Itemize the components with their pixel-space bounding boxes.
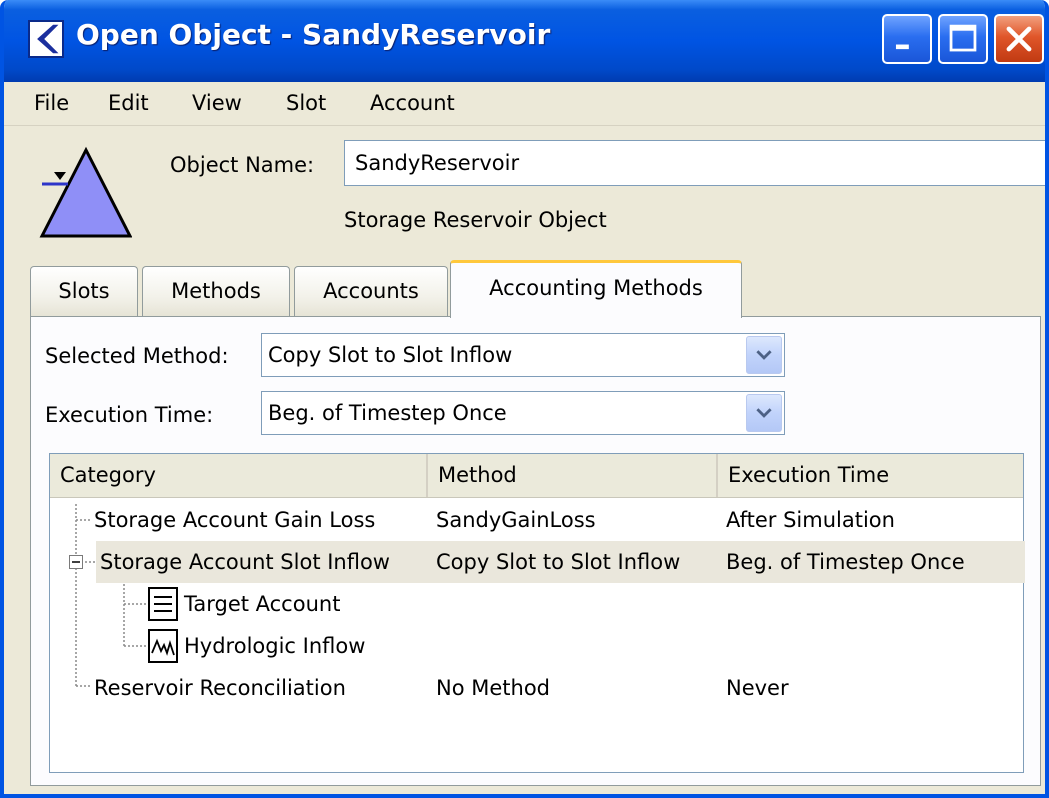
row-method: SandyGainLoss — [436, 508, 596, 532]
selected-method-dropdown[interactable]: Copy Slot to Slot Inflow — [261, 333, 785, 377]
row-category: Reservoir Reconciliation — [94, 676, 346, 700]
row-method: Copy Slot to Slot Inflow — [436, 550, 681, 574]
tab-accounts[interactable]: Accounts — [294, 266, 448, 316]
menu-edit[interactable]: Edit — [108, 91, 149, 115]
open-object-window: Open Object - SandyReservoir File Edit V… — [0, 0, 1049, 798]
column-header-method[interactable]: Method — [426, 454, 716, 497]
tab-accounting-methods[interactable]: Accounting Methods — [450, 260, 742, 318]
chevron-down-icon[interactable] — [746, 394, 782, 432]
selected-method-value: Copy Slot to Slot Inflow — [268, 343, 513, 367]
row-category: Hydrologic Inflow — [184, 634, 366, 658]
menu-view[interactable]: View — [192, 91, 242, 115]
execution-time-label: Execution Time: — [45, 403, 214, 427]
timeseries-icon — [148, 629, 178, 663]
reservoir-icon — [38, 146, 132, 240]
row-execution-time: Never — [726, 676, 789, 700]
execution-time-value: Beg. of Timestep Once — [268, 401, 507, 425]
execution-time-dropdown[interactable]: Beg. of Timestep Once — [261, 391, 785, 435]
collapse-icon[interactable] — [69, 555, 83, 569]
table-row[interactable]: Hydrologic Inflow — [50, 625, 1023, 667]
menu-file[interactable]: File — [34, 91, 69, 115]
menu-account[interactable]: Account — [370, 91, 455, 115]
window-title: Open Object - SandyReservoir — [76, 18, 551, 51]
accounting-methods-tree-table[interactable]: Category Method Execution Time Storage A… — [49, 453, 1025, 773]
table-row[interactable]: Storage Account Gain Loss SandyGainLoss … — [50, 499, 1023, 541]
object-type-label: Storage Reservoir Object — [344, 208, 607, 232]
menu-slot[interactable]: Slot — [286, 91, 326, 115]
title-bar[interactable]: Open Object - SandyReservoir — [4, 0, 1045, 82]
app-logo-icon — [28, 20, 64, 58]
table-icon — [148, 587, 178, 621]
object-name-label: Object Name: — [170, 153, 315, 177]
table-row[interactable]: Reservoir Reconciliation No Method Never — [50, 667, 1023, 709]
table-row[interactable]: Target Account — [50, 583, 1023, 625]
table-row-selected[interactable]: Storage Account Slot Inflow Copy Slot to… — [96, 541, 1025, 583]
accounting-methods-panel: Selected Method: Copy Slot to Slot Inflo… — [30, 316, 1041, 786]
menu-bar: File Edit View Slot Account — [4, 82, 1045, 126]
table-header: Category Method Execution Time — [50, 454, 1023, 498]
chevron-down-icon[interactable] — [746, 336, 782, 374]
object-name-input[interactable]: SandyReservoir — [344, 140, 1045, 186]
close-button[interactable] — [994, 14, 1044, 64]
tab-slots[interactable]: Slots — [30, 266, 138, 316]
row-execution-time: Beg. of Timestep Once — [726, 550, 965, 574]
row-execution-time: After Simulation — [726, 508, 895, 532]
maximize-button[interactable] — [938, 14, 988, 64]
minimize-button[interactable] — [882, 14, 932, 64]
column-header-category[interactable]: Category — [50, 454, 426, 497]
row-method: No Method — [436, 676, 550, 700]
row-category: Storage Account Slot Inflow — [100, 550, 390, 574]
row-category: Storage Account Gain Loss — [94, 508, 376, 532]
row-category: Target Account — [184, 592, 341, 616]
column-header-execution-time[interactable]: Execution Time — [716, 454, 1021, 497]
tab-methods[interactable]: Methods — [142, 266, 290, 316]
selected-method-label: Selected Method: — [45, 344, 229, 368]
